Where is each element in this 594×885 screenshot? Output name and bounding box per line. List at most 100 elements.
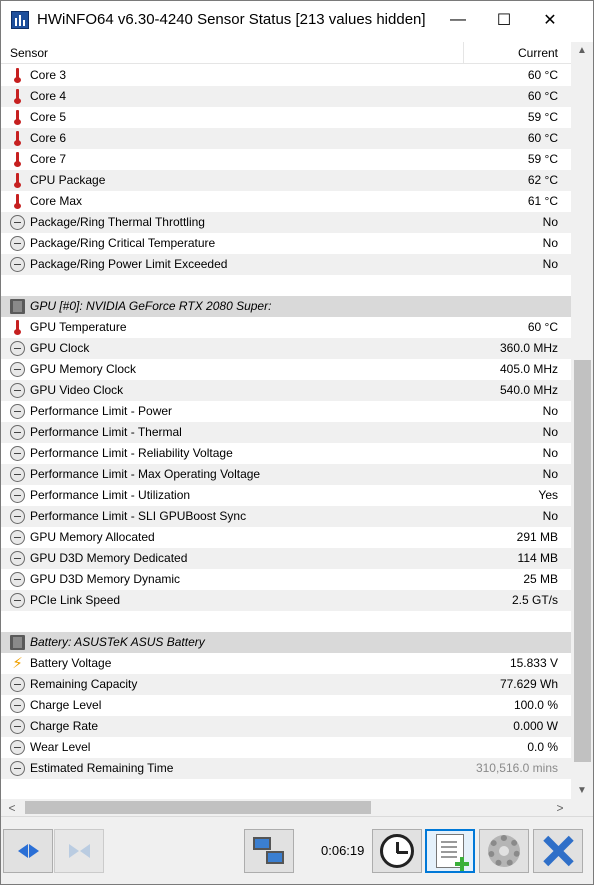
- gauge-icon: [10, 341, 25, 356]
- bottom-toolbar: 0:06:19: [1, 816, 593, 884]
- sensor-label: Performance Limit - Max Operating Voltag…: [30, 467, 261, 481]
- close-sensors-button[interactable]: [533, 829, 583, 873]
- sensor-label: Estimated Remaining Time: [30, 761, 174, 775]
- vertical-scrollbar[interactable]: ▲ ▼: [571, 42, 593, 799]
- sensor-value: 25 MB: [523, 572, 558, 586]
- sensor-value: 0.0 %: [527, 740, 558, 754]
- sensor-row[interactable]: GPU Memory Clock 405.0 MHz: [1, 359, 571, 380]
- sensor-row[interactable]: Core 7 59 °C: [1, 149, 571, 170]
- sensor-row[interactable]: GPU Memory Allocated 291 MB: [1, 527, 571, 548]
- settings-button[interactable]: [479, 829, 529, 873]
- sensor-row[interactable]: Core 3 60 °C: [1, 65, 571, 86]
- left-right-arrows-icon: [17, 844, 39, 858]
- sensor-value: No: [542, 467, 558, 481]
- close-button[interactable]: ✕: [527, 1, 573, 39]
- sensor-label: GPU D3D Memory Dynamic: [30, 572, 181, 586]
- thermometer-icon: [10, 131, 25, 146]
- sensor-row[interactable]: Performance Limit - Reliability Voltage N…: [1, 443, 571, 464]
- horizontal-scrollbar[interactable]: < >: [1, 799, 571, 816]
- sensor-row[interactable]: GPU Video Clock 540.0 MHz: [1, 380, 571, 401]
- sensor-row[interactable]: GPU D3D Memory Dynamic 25 MB: [1, 569, 571, 590]
- sensor-row[interactable]: Estimated Remaining Time 310,516.0 mins: [1, 758, 571, 779]
- sensor-row[interactable]: Remaining Capacity 77.629 Wh: [1, 674, 571, 695]
- sensor-row[interactable]: Performance Limit - Utilization Yes: [1, 485, 571, 506]
- hwinfo-app-icon: [11, 11, 29, 29]
- sensor-row[interactable]: Charge Level 100.0 %: [1, 695, 571, 716]
- sensor-row[interactable]: Package/Ring Power Limit Exceeded No: [1, 254, 571, 275]
- column-header: Sensor Current: [1, 42, 571, 64]
- horizontal-scroll-thumb[interactable]: [25, 801, 371, 814]
- sensor-label: GPU Memory Allocated: [30, 530, 155, 544]
- sensor-row[interactable]: Package/Ring Critical Temperature No: [1, 233, 571, 254]
- logging-button[interactable]: [425, 829, 475, 873]
- sensor-label: GPU D3D Memory Dedicated: [30, 551, 188, 565]
- sensor-group-header[interactable]: GPU [#0]: NVIDIA GeForce RTX 2080 Super:: [1, 296, 571, 317]
- sensor-row[interactable]: GPU Temperature 60 °C: [1, 317, 571, 338]
- sensor-row[interactable]: Package/Ring Thermal Throttling No: [1, 212, 571, 233]
- close-x-icon: [543, 836, 573, 866]
- column-header-current[interactable]: Current: [518, 46, 558, 60]
- sensor-row[interactable]: Core 5 59 °C: [1, 107, 571, 128]
- window-title: HWiNFO64 v6.30-4240 Sensor Status [213 v…: [37, 11, 426, 28]
- sensor-row[interactable]: GPU D3D Memory Dedicated 114 MB: [1, 548, 571, 569]
- sensor-label: Wear Level: [30, 740, 91, 754]
- sensor-label: Performance Limit - Utilization: [30, 488, 191, 502]
- minimize-button[interactable]: —: [435, 1, 481, 39]
- chip-icon: [10, 299, 25, 314]
- hwinfo-window: HWiNFO64 v6.30-4240 Sensor Status [213 v…: [0, 0, 594, 885]
- sensor-value: 59 °C: [527, 110, 558, 124]
- scroll-left-icon[interactable]: <: [1, 799, 23, 816]
- group-label: GPU [#0]: NVIDIA GeForce RTX 2080 Super:: [30, 299, 272, 313]
- sensor-row[interactable]: PCIe Link Speed 2.5 GT/s: [1, 590, 571, 611]
- sensor-value: No: [542, 425, 558, 439]
- sensor-value: No: [542, 446, 558, 460]
- sensor-label: GPU Memory Clock: [30, 362, 137, 376]
- sensor-label: Performance Limit - Power: [30, 404, 173, 418]
- sensor-row[interactable]: ⚡ Battery Voltage 15.833 V: [1, 653, 571, 674]
- blank-row: [1, 275, 571, 296]
- vertical-scroll-thumb[interactable]: [574, 360, 591, 762]
- column-header-sensor[interactable]: Sensor: [10, 46, 48, 60]
- sensor-row[interactable]: Performance Limit - SLI GPUBoost Sync No: [1, 506, 571, 527]
- sensor-row[interactable]: GPU Clock 360.0 MHz: [1, 338, 571, 359]
- chip-icon: [10, 635, 25, 650]
- gauge-icon: [10, 236, 25, 251]
- gauge-icon: [10, 446, 25, 461]
- column-divider[interactable]: [463, 42, 464, 64]
- sensor-label: Core Max: [30, 194, 83, 208]
- sensor-label: Charge Level: [30, 698, 102, 712]
- sensor-row[interactable]: Performance Limit - Thermal No: [1, 422, 571, 443]
- sensor-row[interactable]: Wear Level 0.0 %: [1, 737, 571, 758]
- network-computers-icon: [253, 835, 285, 867]
- scroll-right-icon[interactable]: >: [549, 799, 571, 816]
- reset-clock-button[interactable]: [372, 829, 422, 873]
- sensor-label: Remaining Capacity: [30, 677, 138, 691]
- sensor-value: 114 MB: [517, 551, 558, 565]
- navigate-arrows-button[interactable]: [3, 829, 53, 873]
- sensor-group-header[interactable]: Battery: ASUSTeK ASUS Battery: [1, 632, 571, 653]
- gauge-icon: [10, 383, 25, 398]
- gear-icon: [488, 835, 520, 867]
- scroll-up-icon[interactable]: ▲: [571, 42, 593, 59]
- scroll-down-icon[interactable]: ▼: [571, 782, 593, 799]
- sensor-value: No: [542, 404, 558, 418]
- gauge-icon: [10, 698, 25, 713]
- navigate-arrows-disabled-button[interactable]: [54, 829, 104, 873]
- sensor-row[interactable]: CPU Package 62 °C: [1, 170, 571, 191]
- sensor-row[interactable]: Performance Limit - Power No: [1, 401, 571, 422]
- sensor-row[interactable]: Charge Rate 0.000 W: [1, 716, 571, 737]
- gauge-icon: [10, 425, 25, 440]
- sensor-row[interactable]: Core 6 60 °C: [1, 128, 571, 149]
- sensor-row[interactable]: Core 4 60 °C: [1, 86, 571, 107]
- network-button[interactable]: [244, 829, 294, 873]
- sensor-value: 62 °C: [527, 173, 558, 187]
- gauge-icon: [10, 488, 25, 503]
- maximize-button[interactable]: ☐: [481, 1, 527, 39]
- sensor-value: 60 °C: [527, 131, 558, 145]
- sensor-label: Package/Ring Critical Temperature: [30, 236, 216, 250]
- sensor-row[interactable]: Performance Limit - Max Operating Voltag…: [1, 464, 571, 485]
- blank-row: [1, 611, 571, 632]
- sensor-row[interactable]: Core Max 61 °C: [1, 191, 571, 212]
- sensor-label: GPU Clock: [30, 341, 90, 355]
- gauge-icon: [10, 362, 25, 377]
